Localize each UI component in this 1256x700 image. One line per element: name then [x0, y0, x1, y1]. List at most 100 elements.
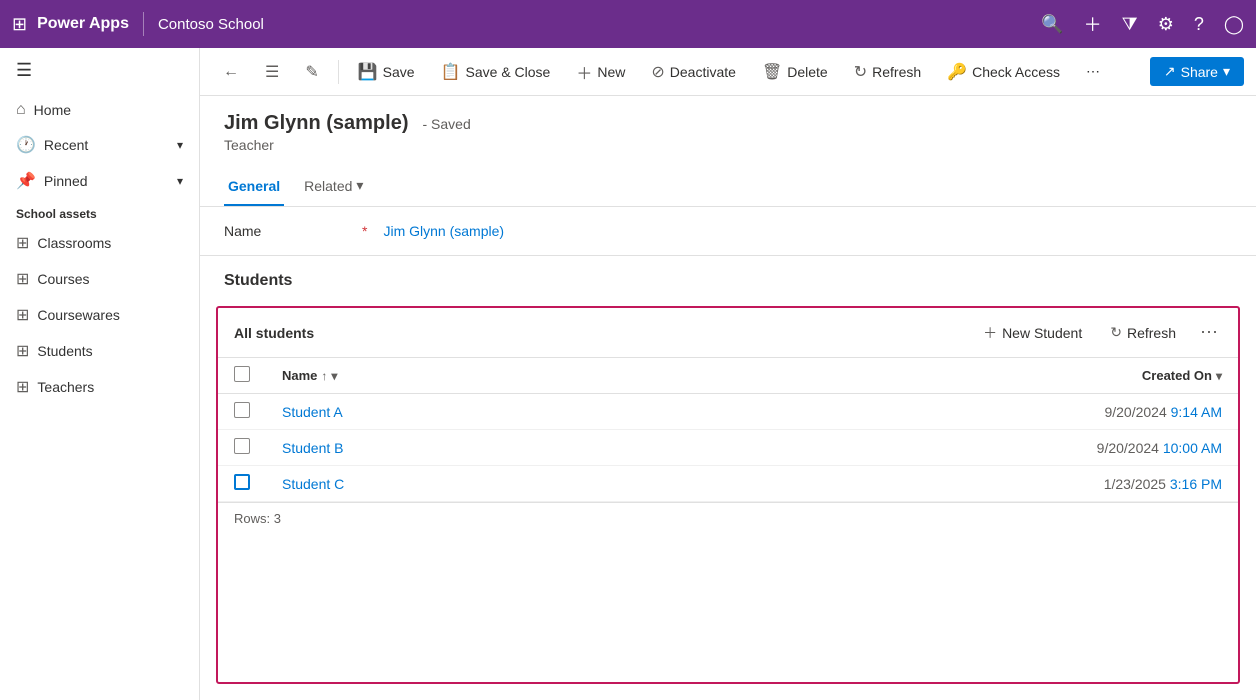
deactivate-icon: ⊘ — [651, 62, 664, 82]
table-row: Student C 1/23/2025 3:16 PM — [218, 466, 1238, 502]
help-icon[interactable]: ? — [1194, 14, 1204, 35]
new-student-label: New Student — [1002, 325, 1082, 341]
students-section-label: Students — [224, 272, 292, 289]
grid-refresh-label: Refresh — [1127, 325, 1176, 341]
name-sort-dropdown-icon[interactable]: ▾ — [331, 369, 337, 383]
th-created-on[interactable]: Created On ▾ — [1038, 358, 1238, 394]
table-row: Student A 9/20/2024 9:14 AM — [218, 394, 1238, 430]
save-close-button[interactable]: 📋 Save & Close — [430, 55, 562, 89]
deactivate-label: Deactivate — [670, 64, 736, 80]
sidebar-item-courses-label: Courses — [37, 271, 89, 287]
th-name[interactable]: Name ↑ ▾ — [266, 358, 1038, 394]
save-close-label: Save & Close — [466, 64, 551, 80]
students-table: Name ↑ ▾ Created On ▾ — [218, 358, 1238, 502]
classrooms-icon: ⊞ — [16, 233, 29, 253]
name-form-label: Name — [224, 223, 344, 239]
share-button[interactable]: ↗ Share ▾ — [1150, 57, 1244, 86]
rows-count: Rows: 3 — [218, 502, 1238, 534]
sidebar-item-pinned-label: Pinned — [44, 173, 88, 189]
row-checkbox-0[interactable] — [234, 402, 250, 418]
tab-general[interactable]: General — [224, 170, 284, 206]
name-form-value[interactable]: Jim Glynn (sample) — [383, 223, 504, 239]
students-section-header: Students — [200, 256, 1256, 298]
row-checkbox-2[interactable] — [234, 474, 250, 490]
sidebar-item-recent[interactable]: 🕐 Recent ▾ — [0, 127, 199, 163]
grid-more-button[interactable]: ⋯ — [1196, 318, 1222, 347]
tab-related[interactable]: Related ▾ — [300, 169, 367, 206]
grid-refresh-button[interactable]: ↻ Refresh — [1102, 320, 1184, 345]
more-options-icon: ⋯ — [1086, 63, 1100, 80]
row-name-2[interactable]: Student C — [282, 476, 344, 492]
refresh-icon: ↻ — [854, 62, 867, 82]
sidebar-item-courses[interactable]: ⊞ Courses — [0, 261, 199, 297]
check-access-icon: 🔑 — [947, 62, 967, 82]
th-name-label: Name — [282, 368, 317, 383]
check-access-button[interactable]: 🔑 Check Access — [936, 55, 1071, 89]
school-assets-section-label: School assets — [0, 199, 199, 225]
pinned-icon: 📌 — [16, 171, 36, 191]
sidebar-item-pinned[interactable]: 📌 Pinned ▾ — [0, 163, 199, 199]
select-all-checkbox[interactable] — [234, 366, 250, 382]
delete-icon: 🗑 — [762, 62, 782, 82]
record-toolbar: ← ☰ ✎ 💾 Save 📋 Save & Close ＋ New ⊘ — [200, 48, 1256, 96]
row-name-0[interactable]: Student A — [282, 404, 343, 420]
sidebar-item-students[interactable]: ⊞ Students — [0, 333, 199, 369]
main-layout: ☰ ⌂ Home 🕐 Recent ▾ 📌 Pinned ▾ School as… — [0, 48, 1256, 700]
table-row: Student B 9/20/2024 10:00 AM — [218, 430, 1238, 466]
grid-header: All students ＋ New Student ↻ Refresh ⋯ — [218, 308, 1238, 358]
refresh-label: Refresh — [872, 64, 921, 80]
back-button[interactable]: ← — [212, 56, 250, 88]
row-created-time-2[interactable]: 3:16 PM — [1170, 476, 1222, 492]
hamburger-button[interactable]: ☰ — [0, 48, 199, 93]
save-icon: 💾 — [358, 62, 378, 82]
row-checkbox-cell-2 — [218, 466, 266, 502]
sidebar-item-teachers[interactable]: ⊞ Teachers — [0, 369, 199, 405]
edit-button[interactable]: ✎ — [294, 55, 329, 89]
row-checkbox-cell-0 — [218, 394, 266, 430]
sidebar-item-coursewares[interactable]: ⊞ Coursewares — [0, 297, 199, 333]
new-student-button[interactable]: ＋ New Student — [975, 319, 1090, 347]
new-icon: ＋ — [576, 60, 592, 84]
name-form-row: Name * Jim Glynn (sample) — [224, 223, 1232, 239]
tab-related-arrow: ▾ — [356, 177, 363, 194]
check-access-label: Check Access — [972, 64, 1060, 80]
waffle-icon[interactable]: ⊞ — [12, 14, 27, 35]
sidebar-item-classrooms[interactable]: ⊞ Classrooms — [0, 225, 199, 261]
record-name: Jim Glynn (sample) — [224, 112, 409, 135]
created-sort-icon: ▾ — [1216, 369, 1222, 383]
grid-title: All students — [234, 325, 314, 341]
record-type: Teacher — [224, 137, 1232, 153]
record-status: - Saved — [423, 116, 471, 132]
row-created-cell-1: 9/20/2024 10:00 AM — [1038, 430, 1238, 466]
filter-icon[interactable]: ⧩ — [1122, 14, 1138, 35]
save-button[interactable]: 💾 Save — [347, 55, 426, 89]
row-name-1[interactable]: Student B — [282, 440, 344, 456]
grid-refresh-icon: ↻ — [1110, 324, 1122, 341]
sidebar-item-home[interactable]: ⌂ Home — [0, 93, 199, 127]
delete-button[interactable]: 🗑 Delete — [751, 55, 839, 89]
topbar-divider — [143, 12, 144, 36]
search-icon[interactable]: 🔍 — [1041, 14, 1063, 35]
edit-icon: ✎ — [305, 62, 318, 82]
add-icon[interactable]: ＋ — [1084, 11, 1102, 37]
user-icon[interactable]: ◯ — [1224, 14, 1244, 35]
more-options-button[interactable]: ⋯ — [1075, 56, 1111, 87]
row-created-date-2: 1/23/2025 — [1104, 476, 1170, 492]
record-header: Jim Glynn (sample) - Saved Teacher — [200, 96, 1256, 169]
row-name-cell-1: Student B — [266, 430, 1038, 466]
deactivate-button[interactable]: ⊘ Deactivate — [640, 55, 747, 89]
row-checkbox-1[interactable] — [234, 438, 250, 454]
th-select-all[interactable] — [218, 358, 266, 394]
new-button[interactable]: ＋ New — [565, 53, 636, 91]
row-created-cell-2: 1/23/2025 3:16 PM — [1038, 466, 1238, 502]
teachers-icon: ⊞ — [16, 377, 29, 397]
row-created-time-1[interactable]: 10:00 AM — [1163, 440, 1222, 456]
coursewares-icon: ⊞ — [16, 305, 29, 325]
record-view-button[interactable]: ☰ — [254, 55, 290, 89]
row-created-time-0[interactable]: 9:14 AM — [1171, 404, 1222, 420]
content-area: ← ☰ ✎ 💾 Save 📋 Save & Close ＋ New ⊘ — [200, 48, 1256, 700]
refresh-button[interactable]: ↻ Refresh — [843, 55, 932, 89]
settings-icon[interactable]: ⚙ — [1158, 14, 1174, 35]
form-area: Name * Jim Glynn (sample) — [200, 207, 1256, 256]
students-icon: ⊞ — [16, 341, 29, 361]
